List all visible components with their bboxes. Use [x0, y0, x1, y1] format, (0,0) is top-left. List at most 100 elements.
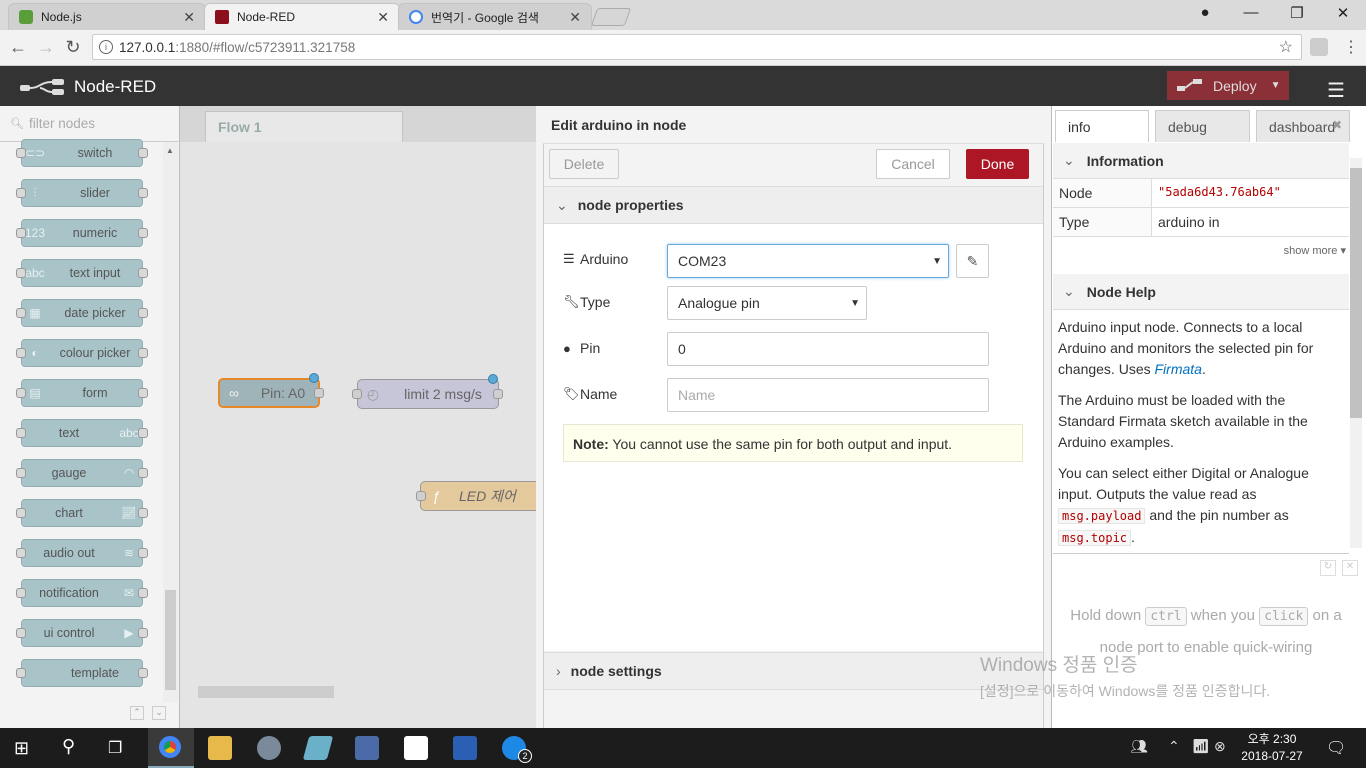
tab-label: 번역기 - Google 검색 — [431, 10, 539, 25]
palette-node[interactable]: ui control ▶ — [16, 619, 148, 647]
settings-app-icon[interactable] — [257, 736, 281, 760]
filter-nodes-input[interactable]: 🔍︎ filter nodes — [0, 106, 180, 142]
notes-app-icon[interactable] — [404, 736, 428, 760]
edit-config-button[interactable]: ✎ — [956, 244, 989, 278]
people-icon[interactable]: 👥︎ — [1130, 738, 1148, 755]
extension-icon[interactable] — [1310, 38, 1328, 56]
workspace-scrollbar[interactable] — [198, 686, 334, 698]
browser-tab-node-red[interactable]: Node-RED ✕ — [204, 3, 400, 30]
deploy-button[interactable]: Deploy ▼ — [1167, 71, 1289, 100]
task-view-icon[interactable]: ❐ — [108, 738, 122, 758]
flow-node-led[interactable]: ƒ LED 제어 — [420, 481, 536, 511]
powershell-icon[interactable] — [453, 736, 477, 760]
expand-all-icon[interactable]: ⌃ — [130, 706, 144, 720]
flow-node-pin[interactable]: ∞ Pin: A0 — [218, 378, 320, 408]
input-port[interactable] — [352, 389, 362, 399]
node-help-header[interactable]: ⌄ Node Help — [1053, 274, 1349, 310]
field-label: Arduino — [580, 251, 629, 267]
url-input[interactable]: i 127.0.0.1:1880/#flow/c5723911.321758 ☆ — [92, 34, 1302, 60]
minimize-icon[interactable]: — — [1236, 4, 1266, 21]
info-icon[interactable]: i — [99, 40, 113, 54]
node-properties-section[interactable]: ⌄ node properties — [544, 186, 1043, 224]
name-placeholder: Name — [678, 387, 716, 403]
refresh-tip-icon[interactable]: ↻ — [1320, 560, 1336, 576]
show-more-link[interactable]: show more ▾ — [1260, 244, 1346, 257]
done-button[interactable]: Done — [966, 149, 1029, 179]
action-center-icon[interactable]: 🗨︎ — [1326, 738, 1346, 758]
node-settings-section[interactable]: › node settings — [544, 652, 1043, 690]
forward-icon[interactable]: → — [36, 37, 56, 58]
output-port — [138, 268, 148, 278]
palette-node[interactable]: text abc — [16, 419, 148, 447]
input-port[interactable] — [416, 491, 426, 501]
palette-node[interactable]: gauge ◠ — [16, 459, 148, 487]
maximize-icon[interactable]: ❐ — [1282, 4, 1312, 22]
information-header[interactable]: ⌄ Information — [1053, 143, 1349, 179]
output-port — [138, 508, 148, 518]
palette-node[interactable]: template — [16, 659, 148, 687]
windows-start-icon[interactable]: ⊞ — [14, 738, 29, 759]
close-icon[interactable]: ✕ — [569, 9, 581, 26]
section-label: Node Help — [1086, 283, 1156, 300]
save-app-icon[interactable] — [355, 736, 379, 760]
file-explorer-icon[interactable] — [208, 736, 232, 760]
palette-node[interactable]: 123 numeric — [16, 219, 148, 247]
output-port[interactable] — [314, 388, 324, 398]
tab-label: debug — [1168, 119, 1207, 135]
firmata-link[interactable]: Firmata — [1155, 361, 1202, 377]
output-port[interactable] — [493, 389, 503, 399]
node-help-text: Arduino input node. Connects to a local … — [1058, 317, 1344, 549]
close-tab-icon[interactable]: ✖ — [1332, 118, 1342, 132]
pin-input[interactable]: 0 — [667, 332, 989, 366]
type-select[interactable]: Analogue pin ▼ — [667, 286, 867, 320]
close-icon[interactable]: ✕ — [183, 9, 195, 26]
network-icon[interactable]: 📶︎ — [1192, 738, 1210, 755]
palette-node[interactable]: ▤ form — [16, 379, 148, 407]
tray-chevron-icon[interactable]: ⌃ — [1168, 738, 1180, 755]
palette-node[interactable]: chart 📈︎ — [16, 499, 148, 527]
account-icon[interactable]: ● — [1190, 4, 1220, 21]
tab-flow-1[interactable]: Flow 1 — [205, 111, 403, 143]
wrench-icon: 🔧︎ — [563, 294, 580, 309]
tab-debug[interactable]: debug — [1155, 110, 1250, 142]
bookmark-star-icon[interactable]: ☆ — [1279, 37, 1293, 57]
palette-node[interactable]: ⊂⊃ switch — [16, 139, 148, 167]
palette-node[interactable]: ▦ date picker — [16, 299, 148, 327]
palette-scrollbar[interactable]: ▲ — [163, 142, 178, 702]
palette-node[interactable]: ◐ colour picker — [16, 339, 148, 367]
reload-icon[interactable]: ↻ — [63, 37, 83, 58]
browser-tab-google[interactable]: 번역기 - Google 검색 ✕ — [398, 3, 592, 30]
name-input[interactable]: Name — [667, 378, 989, 412]
collapse-all-icon[interactable]: ⌄ — [152, 706, 166, 720]
chrome-menu-icon[interactable]: ⋮ — [1343, 37, 1359, 57]
new-tab-button[interactable] — [590, 8, 632, 26]
palette-node[interactable]: notification ✉ — [16, 579, 148, 607]
tab-info[interactable]: info — [1055, 110, 1149, 142]
window-close-icon[interactable]: ✕ — [1328, 4, 1358, 22]
close-icon[interactable]: ✕ — [377, 9, 389, 26]
browser-tab-nodejs[interactable]: Node.js ✕ — [8, 3, 206, 30]
sidebar-scrollbar[interactable] — [1350, 158, 1362, 548]
volume-icon[interactable]: ⊗ — [1214, 738, 1226, 755]
flow-node-limit[interactable]: ◴ limit 2 msg/s — [357, 379, 499, 409]
chevron-right-icon: › — [556, 663, 561, 679]
tray-title: Edit arduino in node — [543, 106, 1044, 144]
chevron-down-icon[interactable]: ▼ — [1271, 80, 1281, 91]
hamburger-menu-icon[interactable]: ☰ — [1327, 78, 1345, 103]
workspace-canvas[interactable] — [180, 142, 536, 728]
windows-taskbar — [0, 728, 1366, 768]
palette-node-label: audio out — [43, 546, 95, 560]
section-label: node settings — [570, 663, 662, 679]
back-icon[interactable]: ← — [8, 37, 28, 58]
palette-node[interactable]: audio out ≋ — [16, 539, 148, 567]
taskbar-chrome[interactable] — [148, 728, 194, 768]
clock[interactable]: 오후 2:30 2018-07-27 — [1236, 731, 1308, 765]
cancel-button[interactable]: Cancel — [876, 149, 950, 179]
palette-node[interactable]: abc text input — [16, 259, 148, 287]
delete-button[interactable]: Delete — [549, 149, 619, 179]
help-text: . — [1131, 529, 1135, 545]
arduino-select[interactable]: COM23 ▼ — [667, 244, 949, 278]
palette-node[interactable]: ⫶ slider — [16, 179, 148, 207]
close-tip-icon[interactable]: ✕ — [1342, 560, 1358, 576]
search-icon[interactable]: ⚲ — [62, 736, 75, 757]
